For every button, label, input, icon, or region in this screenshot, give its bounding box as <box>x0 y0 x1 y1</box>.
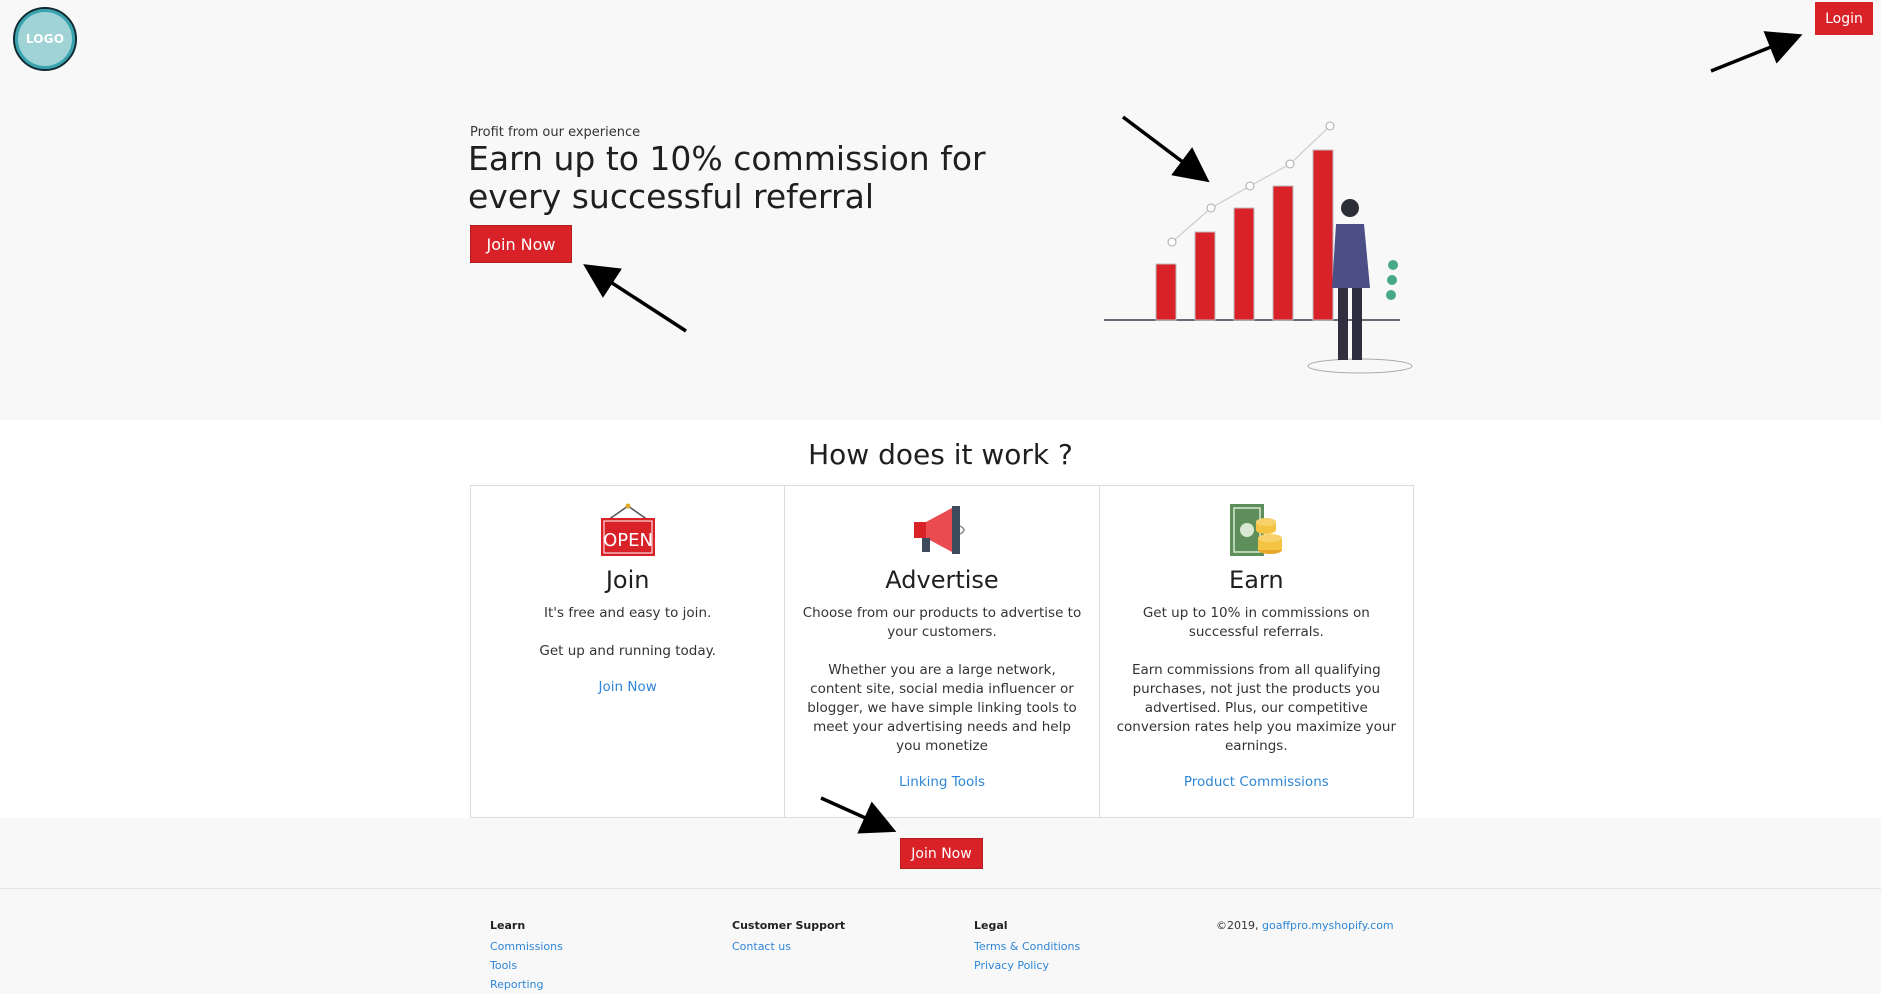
open-sign-icon: OPEN <box>600 503 655 556</box>
footer-learn: Learn Commissions Tools Reporting <box>490 919 563 994</box>
card-title: Join <box>605 566 650 594</box>
hero-join-button[interactable]: Join Now <box>470 225 572 263</box>
footer-heading: Legal <box>974 919 1008 932</box>
svg-text:OPEN: OPEN <box>603 530 653 551</box>
logo-text: LOGO <box>25 32 65 46</box>
footer: Learn Commissions Tools Reporting Custom… <box>0 889 1881 992</box>
footer-copyright: ©2019, goaffpro.myshopify.com <box>1216 919 1394 932</box>
footer-link-contact[interactable]: Contact us <box>732 937 845 956</box>
card-text: Get up to 10% in commissions on successf… <box>1116 605 1397 754</box>
linking-tools-link[interactable]: Linking Tools <box>785 774 1098 790</box>
join-now-link[interactable]: Join Now <box>471 679 784 695</box>
card-earn: Earn Get up to 10% in commissions on suc… <box>1100 486 1413 817</box>
login-button[interactable]: Login <box>1815 2 1873 35</box>
footer-support: Customer Support Contact us <box>732 919 845 956</box>
footer-link-terms[interactable]: Terms & Conditions <box>974 937 1080 956</box>
megaphone-icon <box>913 506 965 554</box>
money-coins-icon <box>1230 504 1283 556</box>
footer-legal: Legal Terms & Conditions Privacy Policy <box>974 919 1080 975</box>
footer-link-privacy[interactable]: Privacy Policy <box>974 956 1080 975</box>
card-text: It's free and easy to join. Get up and r… <box>539 605 716 659</box>
feature-cards: OPEN Join It's free and easy to join. Ge… <box>470 485 1414 818</box>
cta-join-button[interactable]: Join Now <box>900 838 983 869</box>
how-it-works-section: How does it work ? OPEN Join It's free a… <box>0 420 1881 818</box>
hero-eyebrow: Profit from our experience <box>470 125 641 140</box>
copyright-link[interactable]: goaffpro.myshopify.com <box>1262 919 1394 932</box>
card-title: Earn <box>1229 566 1284 594</box>
footer-heading: Learn <box>490 919 526 932</box>
card-join: OPEN Join It's free and easy to join. Ge… <box>471 486 786 817</box>
copyright-prefix: ©2019, <box>1216 919 1259 932</box>
card-title: Advertise <box>885 566 999 594</box>
footer-heading: Customer Support <box>732 919 846 932</box>
header: LOGO Login <box>0 0 1881 78</box>
product-commissions-link[interactable]: Product Commissions <box>1100 774 1413 790</box>
card-text: Choose from our products to advertise to… <box>802 605 1082 754</box>
footer-link-tools[interactable]: Tools <box>490 956 563 975</box>
how-title: How does it work ? <box>808 438 1073 471</box>
cta-band: Join Now <box>0 818 1881 889</box>
card-advertise: Advertise Choose from our products to ad… <box>785 486 1100 817</box>
logo[interactable]: LOGO <box>13 7 77 71</box>
footer-link-commissions[interactable]: Commissions <box>490 937 563 956</box>
growth-chart-person-icon <box>1104 121 1413 374</box>
hero-section: Profit from our experience Earn up to 10… <box>0 78 1881 420</box>
footer-link-reporting[interactable]: Reporting <box>490 975 563 994</box>
hero-title: Earn up to 10% commission for every succ… <box>468 139 986 216</box>
